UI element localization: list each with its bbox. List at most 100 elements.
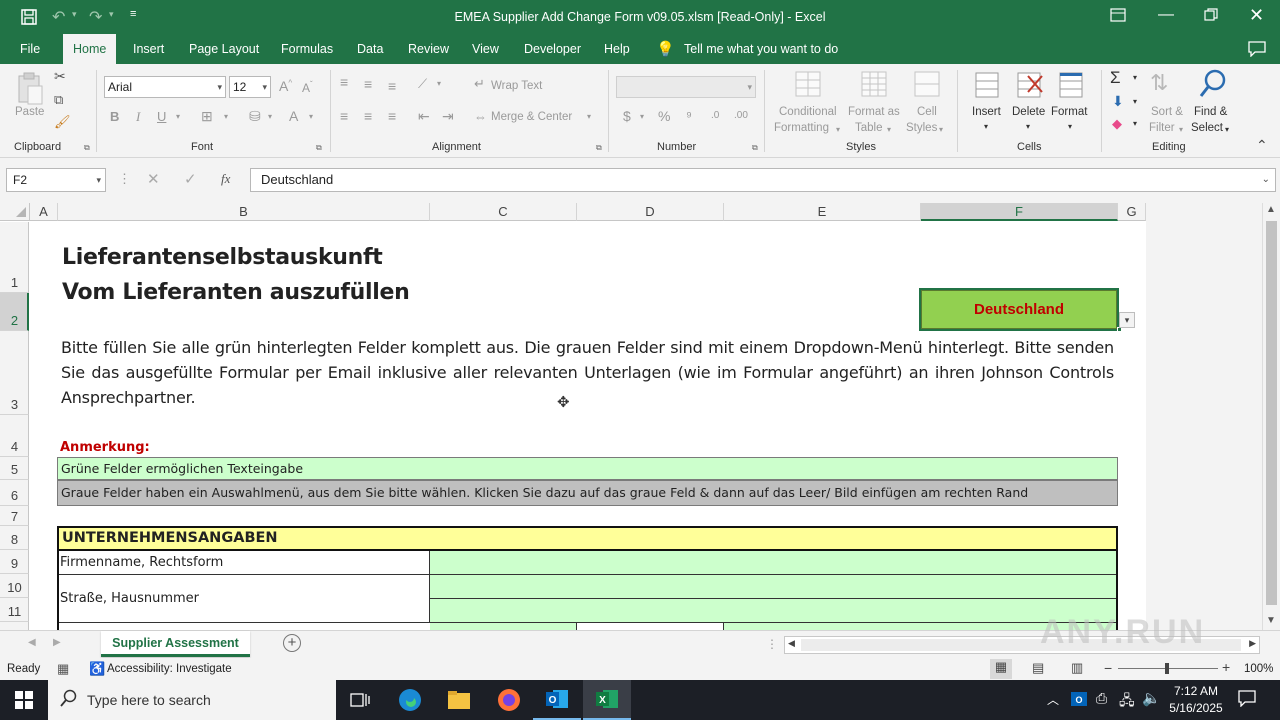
scroll-right-icon[interactable]: ▶ bbox=[1249, 638, 1256, 649]
ribbon-display-options-icon[interactable] bbox=[1110, 8, 1126, 25]
currency-icon[interactable]: $ bbox=[623, 108, 631, 124]
percent-icon[interactable]: % bbox=[658, 108, 670, 124]
autosum-icon[interactable]: Σ bbox=[1110, 68, 1121, 88]
sort-filter-label-2[interactable]: Filter bbox=[1149, 122, 1175, 134]
chevron-down-icon[interactable]: ▾ bbox=[1068, 122, 1072, 131]
chevron-down-icon[interactable]: ▾ bbox=[887, 125, 891, 134]
underline-icon[interactable]: U bbox=[157, 109, 166, 124]
tell-me-search[interactable]: Tell me what you want to do bbox=[684, 34, 838, 64]
cell-styles-label-2[interactable]: Styles bbox=[906, 122, 937, 134]
vertical-scrollbar[interactable]: ▲ ▼ bbox=[1262, 203, 1280, 630]
italic-icon[interactable]: I bbox=[136, 109, 140, 125]
increase-decimal-icon[interactable]: .0 bbox=[711, 110, 719, 121]
column-header-c[interactable]: C bbox=[430, 203, 577, 221]
chevron-down-icon[interactable]: ▾ bbox=[836, 125, 840, 134]
align-bottom-icon[interactable]: ≡ bbox=[388, 78, 396, 94]
worksheet-grid[interactable]: A B C D E F G 1 2 3 4 5 6 7 8 9 10 11 Li… bbox=[0, 203, 1262, 630]
zoom-level[interactable]: 100% bbox=[1244, 663, 1273, 675]
align-center-icon[interactable]: ≡ bbox=[364, 108, 372, 124]
sheet-tab-supplier-assessment[interactable]: Supplier Assessment bbox=[101, 631, 250, 657]
align-right-icon[interactable]: ≡ bbox=[388, 108, 396, 124]
chevron-down-icon[interactable]: ▾ bbox=[268, 112, 272, 121]
format-as-table-icon[interactable] bbox=[860, 70, 890, 103]
volume-icon[interactable]: 🔈 bbox=[1142, 689, 1161, 707]
orientation-icon[interactable]: ⟋ bbox=[418, 76, 427, 92]
find-select-icon[interactable] bbox=[1198, 68, 1228, 103]
add-sheet-icon[interactable]: + bbox=[283, 634, 301, 652]
zoom-in-icon[interactable]: + bbox=[1222, 659, 1230, 675]
company-input-field[interactable] bbox=[430, 551, 1116, 575]
column-header-d[interactable]: D bbox=[577, 203, 724, 221]
font-launcher-icon[interactable]: ⧉ bbox=[316, 143, 322, 153]
collapse-ribbon-icon[interactable]: ⌃ bbox=[1256, 137, 1268, 154]
next-sheet-icon[interactable]: ▶ bbox=[53, 637, 61, 648]
accessibility-icon[interactable]: ♿ bbox=[89, 661, 105, 677]
tab-home[interactable]: Home bbox=[63, 34, 117, 64]
merge-icon[interactable]: ⇔ bbox=[474, 109, 487, 124]
paste-icon[interactable] bbox=[16, 72, 44, 109]
column-header-g[interactable]: G bbox=[1118, 203, 1146, 221]
row-header-7[interactable]: 7 bbox=[0, 506, 29, 526]
taskbar-search-box[interactable]: Type here to search bbox=[48, 680, 336, 720]
chevron-down-icon[interactable]: ▾ bbox=[984, 122, 988, 131]
insert-label[interactable]: Insert bbox=[972, 106, 1001, 118]
comma-style-icon[interactable]: ⁹ bbox=[686, 108, 692, 124]
tray-outlook-icon[interactable]: O bbox=[1071, 691, 1087, 710]
resize-handle-icon[interactable]: ⋮ bbox=[118, 171, 131, 187]
tab-review[interactable]: Review bbox=[408, 34, 449, 64]
font-name-box[interactable]: Arial ▾ bbox=[104, 76, 226, 98]
chevron-down-icon[interactable]: ▾ bbox=[640, 112, 644, 121]
increase-font-icon[interactable]: A^ bbox=[279, 78, 292, 94]
scroll-up-icon[interactable]: ▲ bbox=[1266, 204, 1276, 215]
accessibility-status[interactable]: Accessibility: Investigate bbox=[107, 663, 232, 675]
input-field-partial[interactable] bbox=[430, 623, 577, 630]
chevron-down-icon[interactable]: ▾ bbox=[176, 112, 180, 121]
tray-device-icon[interactable]: ⎙ bbox=[1096, 690, 1107, 707]
country-select-cell[interactable]: Deutschland bbox=[921, 290, 1117, 329]
alignment-launcher-icon[interactable]: ⧉ bbox=[596, 143, 602, 153]
insert-cells-icon[interactable] bbox=[972, 70, 1002, 103]
windows-start-icon[interactable] bbox=[0, 680, 48, 720]
decrease-indent-icon[interactable]: ⇤ bbox=[418, 108, 430, 125]
chevron-down-icon[interactable]: ▾ bbox=[587, 112, 591, 121]
format-as-table-label[interactable]: Format as bbox=[848, 106, 900, 118]
sort-filter-label[interactable]: Sort & bbox=[1151, 106, 1183, 118]
select-all-corner[interactable] bbox=[0, 203, 30, 221]
bold-icon[interactable]: B bbox=[110, 109, 119, 124]
macro-record-icon[interactable]: ▦ bbox=[57, 661, 69, 677]
name-box[interactable]: F2 ▾ bbox=[6, 168, 106, 192]
close-icon[interactable]: ✕ bbox=[1249, 5, 1264, 26]
tab-view[interactable]: View bbox=[472, 34, 499, 64]
font-color-icon[interactable]: A bbox=[289, 108, 298, 124]
align-top-icon[interactable]: ≡ bbox=[340, 74, 348, 90]
edge-browser-icon[interactable] bbox=[386, 680, 434, 720]
task-view-icon[interactable] bbox=[336, 680, 384, 720]
scrollbar-thumb[interactable] bbox=[1266, 221, 1277, 605]
tab-page-layout[interactable]: Page Layout bbox=[189, 34, 259, 64]
row-header-10[interactable]: 10 bbox=[0, 574, 29, 598]
chevron-down-icon[interactable]: ▾ bbox=[1225, 125, 1229, 134]
chevron-down-icon[interactable]: ▾ bbox=[224, 112, 228, 121]
delete-label[interactable]: Delete bbox=[1012, 106, 1045, 118]
chevron-down-icon[interactable]: ▾ bbox=[1179, 125, 1183, 134]
borders-icon[interactable]: ⊞ bbox=[201, 108, 213, 125]
increase-indent-icon[interactable]: ⇥ bbox=[442, 108, 454, 125]
chevron-down-icon[interactable]: ▾ bbox=[1026, 122, 1030, 131]
tab-split-handle-icon[interactable]: ⋮ bbox=[766, 637, 778, 651]
clear-icon[interactable]: ◆ bbox=[1112, 116, 1122, 132]
find-select-label-2[interactable]: Select bbox=[1191, 122, 1223, 134]
prev-sheet-icon[interactable]: ◀ bbox=[28, 637, 36, 648]
wrap-text-icon[interactable]: ↵ bbox=[474, 76, 485, 92]
column-header-a[interactable]: A bbox=[30, 203, 58, 221]
clock-time[interactable]: 7:12 AM bbox=[1168, 684, 1224, 698]
tab-formulas[interactable]: Formulas bbox=[281, 34, 333, 64]
row-header-9[interactable]: 9 bbox=[0, 550, 29, 574]
number-format-box[interactable]: ▾ bbox=[616, 76, 756, 98]
dropdown-arrow-icon[interactable]: ▾ bbox=[1119, 312, 1135, 328]
merge-center-label[interactable]: Merge & Center bbox=[491, 111, 572, 123]
fill-color-icon[interactable]: ⛁ bbox=[249, 108, 261, 125]
row-header-5[interactable]: 5 bbox=[0, 457, 29, 480]
row-header-6[interactable]: 6 bbox=[0, 480, 29, 506]
zoom-slider-thumb[interactable] bbox=[1165, 663, 1169, 674]
page-layout-view-icon[interactable]: ▤ bbox=[1032, 660, 1044, 676]
